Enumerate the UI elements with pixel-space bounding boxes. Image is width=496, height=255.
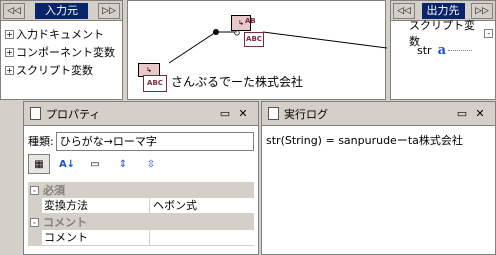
collapse-icon[interactable]: - bbox=[484, 28, 493, 38]
property-value[interactable] bbox=[150, 230, 254, 245]
tree-item-label: スクリプト変数 bbox=[16, 64, 93, 77]
source-panel-header: ◁◁ 入力元 ▷▷ bbox=[1, 1, 122, 21]
tree-item-component-variables[interactable]: + コンポーネント変数 bbox=[5, 43, 115, 61]
kind-row: 種類: ひらがな→ローマ字 bbox=[24, 130, 258, 152]
tree-item-input-document[interactable]: + 入力ドキュメント bbox=[5, 25, 115, 43]
property-pages-icon[interactable]: ▭ bbox=[84, 154, 106, 174]
tree-item-script-variables[interactable]: + スクリプト変数 bbox=[5, 61, 115, 79]
log-window-titlebar: 実行ログ ▭ ✕ bbox=[262, 102, 495, 126]
tree-item-str[interactable]: str a bbox=[417, 42, 473, 58]
tree-item-label: コンポーネント変数 bbox=[16, 46, 115, 59]
property-window-titlebar: プロパティ ▭ ✕ bbox=[24, 102, 258, 126]
expand-icon[interactable]: + bbox=[5, 29, 14, 39]
expand-all-icon[interactable]: ⇕ bbox=[112, 154, 134, 174]
source-tree: + 入力ドキュメント + コンポーネント変数 + スクリプト変数 bbox=[5, 25, 115, 79]
kind-field[interactable]: ひらがな→ローマ字 bbox=[55, 131, 254, 151]
tree-item-label: 入力ドキュメント bbox=[16, 28, 104, 41]
section-required[interactable]: - 必須 bbox=[28, 182, 254, 198]
string-type-icon: a bbox=[437, 42, 447, 58]
log-window-title: 実行ログ bbox=[284, 107, 328, 121]
property-window-title: プロパティ bbox=[46, 107, 101, 121]
dotted-connector bbox=[448, 49, 473, 51]
converter-component-icon[interactable]: ↳ AB ↻ ABC bbox=[231, 15, 265, 49]
document-icon bbox=[268, 107, 279, 120]
source-component-icon[interactable]: ↳ ABC bbox=[138, 63, 168, 93]
arrow-icon: ↻ bbox=[233, 29, 241, 39]
text-ab-icon: AB bbox=[245, 17, 256, 25]
expand-icon[interactable]: + bbox=[5, 47, 14, 57]
categorized-icon[interactable]: ▦ bbox=[28, 154, 50, 174]
document-icon bbox=[30, 107, 41, 120]
log-text: str(String) = sanpurudeーta株式会社 bbox=[266, 134, 463, 147]
source-prev-button[interactable]: ◁◁ bbox=[3, 2, 25, 19]
close-icon[interactable]: ✕ bbox=[234, 106, 252, 122]
section-label: コメント bbox=[43, 216, 87, 229]
property-name: 変換方法 bbox=[28, 198, 150, 213]
section-label: 必須 bbox=[43, 184, 65, 197]
restore-icon[interactable]: ▭ bbox=[216, 106, 234, 122]
close-icon[interactable]: ✕ bbox=[471, 106, 489, 122]
destination-panel: ◁◁ 出力先 ▷▷ スクリプト変数 - str a bbox=[390, 0, 496, 100]
source-panel: ◁◁ 入力元 ▷▷ + 入力ドキュメント + コンポーネント変数 + スクリプト… bbox=[0, 0, 123, 100]
tree-item-script-variables[interactable]: スクリプト変数 - bbox=[409, 19, 495, 48]
kind-label: 種類: bbox=[28, 135, 54, 148]
property-window: プロパティ ▭ ✕ 種類: ひらがな→ローマ字 ▦ A↓ ▭ ⇕ ⇳ - 必須 … bbox=[23, 101, 259, 255]
log-window: 実行ログ ▭ ✕ str(String) = sanpurudeーta株式会社 bbox=[261, 101, 496, 255]
property-toolbar: ▦ A↓ ▭ ⇕ ⇳ bbox=[24, 152, 258, 176]
collapse-icon[interactable]: - bbox=[30, 217, 39, 227]
mapping-canvas[interactable]: ↳ ABC さんぷるでーた株式会社 ↳ AB ↻ ABC bbox=[127, 0, 387, 100]
collapse-icon[interactable]: - bbox=[30, 185, 39, 195]
property-grid: - 必須 変換方法 ヘボン式 - コメント コメント bbox=[28, 182, 254, 246]
component-label: さんぷるでーた株式会社 bbox=[171, 75, 304, 89]
text-abc-icon: ABC bbox=[143, 75, 167, 92]
property-value[interactable]: ヘボン式 bbox=[150, 198, 254, 213]
tree-item-label: str bbox=[417, 43, 432, 57]
expand-icon[interactable]: + bbox=[5, 65, 14, 75]
property-row[interactable]: コメント bbox=[28, 230, 254, 246]
source-next-button[interactable]: ▷▷ bbox=[98, 2, 120, 19]
connection-point bbox=[213, 29, 219, 35]
collapse-all-icon[interactable]: ⇳ bbox=[140, 154, 162, 174]
sort-az-icon[interactable]: A↓ bbox=[56, 154, 78, 174]
property-row[interactable]: 変換方法 ヘボン式 bbox=[28, 198, 254, 214]
text-abc-icon: ABC bbox=[244, 32, 264, 47]
property-name: コメント bbox=[28, 230, 150, 245]
restore-icon[interactable]: ▭ bbox=[453, 106, 471, 122]
source-panel-title: 入力元 bbox=[35, 2, 88, 19]
section-comment[interactable]: - コメント bbox=[28, 214, 254, 230]
